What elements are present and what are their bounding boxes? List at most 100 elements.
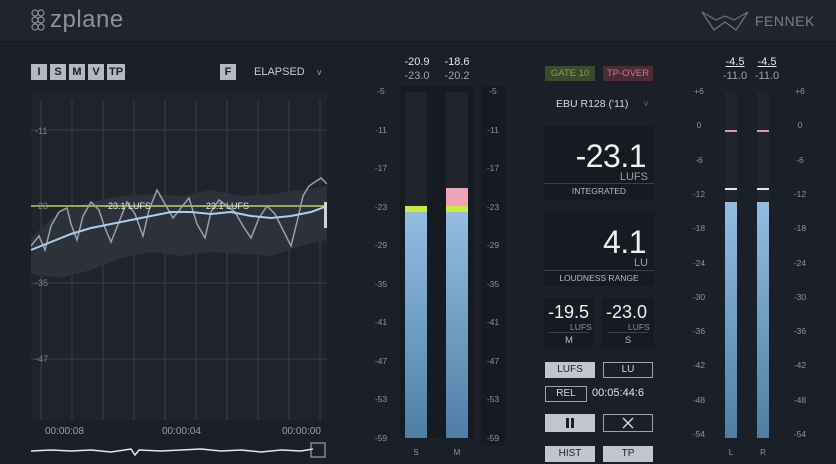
histogram-button[interactable]: HIST xyxy=(545,446,595,462)
close-icon xyxy=(622,417,634,429)
peak-scale-tick: 0 xyxy=(696,120,702,131)
momentary-current: -20.2 xyxy=(444,70,470,82)
gate-indicator: GATE 10 xyxy=(545,66,595,81)
loudness-history-graph[interactable]: -11 -23 -35 -47 -23.1 LUFS -23.1 LUFS xyxy=(31,90,327,442)
mode-button-true-peak[interactable]: TP xyxy=(107,64,125,80)
loudness-scale-tick: -5 xyxy=(489,86,497,96)
loudness-scale-tick: -5 xyxy=(377,86,385,96)
momentary-over-mark xyxy=(446,188,468,206)
integrated-unit: LUFS xyxy=(619,171,648,183)
short-term-current: -23.0 xyxy=(404,70,430,82)
unit-lu-button[interactable]: LU xyxy=(603,362,653,378)
momentary-max: -18.6 xyxy=(444,56,470,68)
short-term-readout: -23.0 LUFS S xyxy=(602,298,654,348)
momentary-caption: M xyxy=(549,332,589,346)
waveform-overview[interactable] xyxy=(31,440,327,460)
mode-button-short-term[interactable]: S xyxy=(50,64,66,80)
time-mode-select[interactable]: ELAPSED v xyxy=(246,64,328,80)
peak-scale-tick: -24 xyxy=(793,257,807,268)
loudness-range-unit: LU xyxy=(633,257,648,269)
right-peak-current: -11.0 xyxy=(754,70,780,82)
mode-button-momentary[interactable]: M xyxy=(69,64,85,80)
peak-scale-tick: -6 xyxy=(695,154,703,165)
pause-icon xyxy=(566,418,574,428)
right-peak-max: -4.5 xyxy=(757,56,777,68)
pause-button[interactable] xyxy=(545,414,595,432)
short-term-unit: LUFS xyxy=(628,322,650,332)
loudness-scale-strip xyxy=(481,86,505,446)
short-term-caption: S xyxy=(608,332,648,346)
left-channel-label: L xyxy=(728,448,734,457)
true-peak-over-indicator: TP-OVER xyxy=(603,66,653,81)
history-plot xyxy=(31,90,327,420)
brand-name: zplane xyxy=(50,6,124,33)
unit-lufs-button[interactable]: LUFS xyxy=(545,362,595,378)
loudness-scale-tick: -47 xyxy=(486,355,500,366)
loudness-scale-tick: -29 xyxy=(374,240,388,250)
mode-button-integrated[interactable]: I xyxy=(31,64,47,80)
right-channel-label: R xyxy=(760,448,766,457)
loudness-range-value: 4.1 xyxy=(603,224,646,260)
loudness-scale-tick: -59 xyxy=(486,432,500,443)
peak-scale-tick: -12 xyxy=(692,188,706,199)
peak-scale-tick: -18 xyxy=(793,223,807,234)
standard-label: EBU R128 ('11) xyxy=(556,98,629,110)
right-channel-bar xyxy=(757,202,769,438)
peak-scale-tick: -30 xyxy=(793,291,807,302)
loudness-scale-tick: -17 xyxy=(486,163,500,173)
peak-scale-tick: -54 xyxy=(793,429,807,439)
short-term-value: -23.0 xyxy=(606,302,648,322)
graph-ylabel: -35 xyxy=(35,278,49,288)
peak-scale-tick: +6 xyxy=(795,86,805,96)
graph-ylabel: -11 xyxy=(35,126,48,136)
graph-time-label: 00:00:08 xyxy=(45,426,84,437)
loudness-scale-tick: -23 xyxy=(486,201,500,212)
fennek-logo-icon xyxy=(701,11,749,31)
integrated-caption: INTEGRATED xyxy=(544,183,654,196)
relative-button[interactable]: REL xyxy=(545,386,587,402)
short-term-max: -20.9 xyxy=(404,56,430,68)
left-peak-hold xyxy=(725,188,737,190)
momentary-readout: -19.5 LUFS M xyxy=(544,298,594,348)
peak-scale-tick: 0 xyxy=(797,120,803,131)
loudness-scale-tick: -41 xyxy=(486,317,500,327)
left-peak-max: -4.5 xyxy=(725,56,745,68)
peak-scale-tick: -54 xyxy=(692,429,706,439)
loudness-scale-tick: -35 xyxy=(374,278,388,289)
short-term-label: S xyxy=(413,448,419,457)
loudness-scale-tick: -59 xyxy=(374,432,388,443)
momentary-value: -19.5 xyxy=(548,302,590,322)
product-name: FENNEK xyxy=(755,13,815,29)
loudness-range-readout: 4.1 LU LOUDNESS RANGE xyxy=(544,212,654,286)
plugin-window: zplane FENNEK I S M V TP F ELAPSED v -11… xyxy=(0,0,836,464)
time-mode-label: ELAPSED xyxy=(254,66,305,78)
integrated-annotation: -23.1 LUFS xyxy=(105,201,152,211)
momentary-bar xyxy=(446,212,468,438)
left-channel-bar xyxy=(725,202,737,438)
peak-scale-tick: -36 xyxy=(692,326,706,337)
peak-scale-tick: -42 xyxy=(793,360,807,371)
standard-select[interactable]: EBU R128 ('11) v xyxy=(546,96,654,112)
peak-scale-tick: -36 xyxy=(793,326,807,337)
peak-scale-tick: +6 xyxy=(694,86,704,96)
chevron-down-icon: v xyxy=(644,99,648,108)
momentary-target-mark xyxy=(446,206,468,212)
loudness-scale-tick: -17 xyxy=(374,163,388,173)
reset-button[interactable] xyxy=(603,414,653,432)
graph-time-label: 00:00:00 xyxy=(282,426,321,437)
chevron-down-icon: v xyxy=(317,67,322,77)
true-peak-button[interactable]: TP xyxy=(603,446,653,462)
loudness-scale-tick: -11 xyxy=(375,124,387,135)
mode-button-vu[interactable]: V xyxy=(88,64,104,80)
loudness-scale-tick: -23 xyxy=(374,201,388,212)
loudness-scale-tick: -29 xyxy=(486,240,500,250)
short-term-target-mark xyxy=(405,206,427,212)
momentary-label: M xyxy=(453,448,461,457)
peak-scale-tick: -18 xyxy=(692,223,706,234)
elapsed-time: 00:05:44:6 xyxy=(592,387,644,399)
peak-scale-tick: -48 xyxy=(692,394,706,405)
integrated-annotation: -23.1 LUFS xyxy=(203,201,250,211)
freeze-button[interactable]: F xyxy=(220,64,236,80)
peak-scale-tick: -42 xyxy=(692,360,706,371)
loudness-range-caption: LOUDNESS RANGE xyxy=(544,270,654,283)
